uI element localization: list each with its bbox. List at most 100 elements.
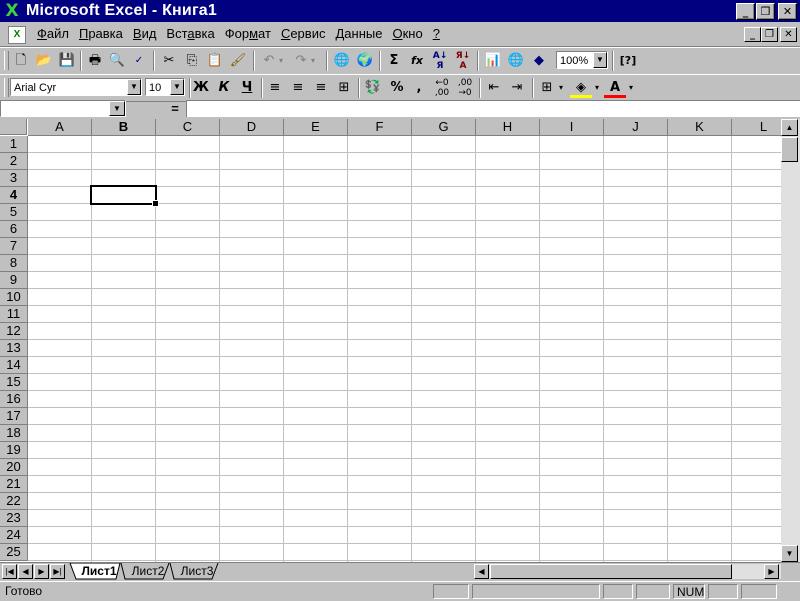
row-header[interactable]: 14 [0,357,28,374]
menu-item-7[interactable]: Окно [387,22,427,46]
align-left-icon[interactable]: ≡ [264,78,286,98]
decrease-indent-icon[interactable]: ⇤ [483,78,505,98]
prev-sheet-icon[interactable]: ◀ [18,564,33,579]
borders-icon[interactable]: ⊞ [536,78,558,98]
menu-item-3[interactable]: Вставка [161,22,219,46]
doc-close-icon[interactable]: ✕ [780,27,797,42]
row-header[interactable]: 1 [0,136,28,153]
menu-item-8[interactable]: ? [428,22,445,46]
column-header[interactable]: E [284,119,348,136]
sheet-tab-3[interactable]: Лист3 [176,563,218,579]
borders-dropdown-icon[interactable]: ▾ [556,78,566,98]
menu-item-4[interactable]: Формат [220,22,276,46]
row-header[interactable]: 18 [0,425,28,442]
vertical-scroll-thumb[interactable] [781,137,798,162]
row-header[interactable]: 5 [0,204,28,221]
column-header[interactable]: I [540,119,604,136]
row-header[interactable]: 9 [0,272,28,289]
title-bar[interactable]: X Microsoft Excel - Книга1 _ ❐ ✕ [0,0,800,22]
vertical-scrollbar[interactable]: ▲ ▼ [781,119,800,562]
active-cell[interactable] [90,185,159,207]
row-header[interactable]: 13 [0,340,28,357]
column-header[interactable]: K [668,119,732,136]
row-header[interactable]: 2 [0,153,28,170]
italic-button[interactable]: К [213,78,235,98]
document-icon[interactable]: X [8,26,26,44]
edit-formula-button[interactable]: = [166,100,184,117]
font-size-combo[interactable]: 10 ▼ [145,78,185,96]
undo-dropdown-icon[interactable]: ▾ [276,51,286,71]
name-box-dropdown-icon[interactable]: ▼ [109,101,125,116]
menu-item-0[interactable]: Файл [32,22,74,46]
toolbar-grip[interactable] [4,78,9,97]
column-header[interactable]: D [220,119,284,136]
row-header[interactable]: 25 [0,544,28,561]
row-header[interactable]: 19 [0,442,28,459]
column-header[interactable]: F [348,119,412,136]
print-icon[interactable]: 🖶 [84,51,106,71]
sort-descending-icon[interactable]: Я↓ A [452,51,474,71]
row-header[interactable]: 10 [0,289,28,306]
fill-handle[interactable] [152,200,159,207]
underline-button[interactable]: Ч [236,78,258,98]
scroll-down-icon[interactable]: ▼ [781,545,798,562]
toolbar-grip[interactable] [4,51,9,70]
align-right-icon[interactable]: ≡ [310,78,332,98]
name-box[interactable]: ▼ [0,100,126,117]
minimize-icon[interactable]: _ [736,3,755,20]
row-header[interactable]: 23 [0,510,28,527]
bold-button[interactable]: Ж [190,78,212,98]
drawing-icon[interactable]: ◆ [528,51,550,71]
currency-icon[interactable]: 💱 [362,78,384,98]
row-header[interactable]: 4 [0,187,28,204]
fill-color-dropdown-icon[interactable]: ▾ [592,78,602,98]
column-header[interactable]: B [92,119,156,136]
row-header[interactable]: 7 [0,238,28,255]
row-header[interactable]: 21 [0,476,28,493]
font-name-dropdown-icon[interactable]: ▼ [127,79,141,95]
increase-decimal-icon[interactable]: ←0,00 [431,78,453,98]
open-folder-icon[interactable]: 📂 [33,51,55,71]
row-header[interactable]: 11 [0,306,28,323]
horizontal-scrollbar[interactable]: ◀ ▶ [474,564,781,579]
column-header[interactable]: G [412,119,476,136]
row-header[interactable]: 17 [0,408,28,425]
office-assistant-icon[interactable]: [?] [617,51,639,71]
format-painter-icon[interactable]: 🖌 [227,51,249,71]
last-sheet-icon[interactable]: ▶| [50,564,65,579]
menu-item-6[interactable]: Данные [330,22,387,46]
chart-wizard-icon[interactable]: 📊 [482,51,504,71]
cut-icon[interactable]: ✂ [158,51,180,71]
zoom-dropdown-icon[interactable]: ▼ [593,52,607,68]
print-preview-icon[interactable]: 🔍 [106,51,128,71]
font-size-dropdown-icon[interactable]: ▼ [170,79,184,95]
worksheet-grid[interactable]: A B C D E F G H I J K L 1 2 3 4 5 6 7 8 9 10 11 12 13 14 15 16 17 18 1… [0,119,781,562]
doc-restore-icon[interactable]: ❐ [761,27,778,42]
row-header[interactable]: 24 [0,527,28,544]
doc-minimize-icon[interactable]: _ [744,27,761,42]
restore-icon[interactable]: ❐ [756,3,775,20]
font-color-dropdown-icon[interactable]: ▾ [626,78,636,98]
percent-button[interactable]: % [386,78,408,98]
column-header[interactable]: J [604,119,668,136]
first-sheet-icon[interactable]: |◀ [2,564,17,579]
column-header[interactable]: L [732,119,781,136]
map-icon[interactable]: 🌐 [505,51,527,71]
autosum-icon[interactable]: Σ [383,51,405,71]
scroll-up-icon[interactable]: ▲ [781,119,798,136]
row-header[interactable]: 3 [0,170,28,187]
web-toolbar-icon[interactable]: 🌍 [354,51,376,71]
decrease-decimal-icon[interactable]: ,00 →0 [454,78,476,98]
select-all-corner[interactable] [0,119,27,135]
horizontal-scroll-thumb[interactable] [490,564,732,579]
row-header[interactable]: 15 [0,374,28,391]
sheet-tab-2[interactable]: Лист2 [127,563,169,579]
copy-icon[interactable]: ⎘ [181,51,203,71]
menu-item-2[interactable]: Вид [128,22,162,46]
column-header[interactable]: H [476,119,540,136]
formula-input[interactable] [186,100,800,117]
column-header[interactable]: C [156,119,220,136]
menu-item-1[interactable]: Правка [74,22,128,46]
column-header[interactable]: A [28,119,92,136]
next-sheet-icon[interactable]: ▶ [34,564,49,579]
